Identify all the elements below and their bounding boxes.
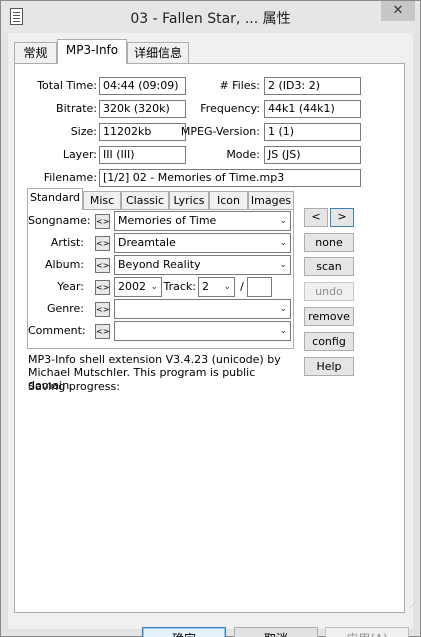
track-label: Track: <box>163 280 197 293</box>
dialog-client: 常规 MP3-Info 详细信息 Total Time: 04:44 (09:0… <box>8 33 416 637</box>
album-value: Beyond Reality <box>118 258 201 271</box>
chevron-down-icon: ⌄ <box>279 216 287 226</box>
layer-label: Layer: <box>62 148 97 161</box>
total-time-value: 04:44 (09:09) <box>99 77 186 95</box>
size-label: Size: <box>70 125 97 138</box>
subtab-classic[interactable]: Classic <box>121 191 169 209</box>
mpeg-version-label: MPEG-Version: <box>180 125 260 138</box>
year-combo[interactable]: 2002 ⌄ <box>114 277 162 297</box>
size-value: 11202kb <box>99 123 186 141</box>
chevron-down-icon: ⌄ <box>279 260 287 270</box>
track-separator: / <box>240 280 244 293</box>
year-copy-button[interactable]: <> <box>95 280 110 295</box>
artist-value: Dreamtale <box>118 236 176 249</box>
year-value: 2002 <box>118 280 146 293</box>
apply-button[interactable]: 应用(A) <box>325 627 409 637</box>
songname-copy-button[interactable]: <> <box>95 214 110 229</box>
mode-value: JS (JS) <box>264 146 361 164</box>
subtab-images[interactable]: Images <box>248 191 294 209</box>
songname-combo[interactable]: Memories of Time ⌄ <box>114 211 291 231</box>
prev-file-button[interactable]: < <box>304 208 328 227</box>
genre-label: Genre: <box>46 302 84 315</box>
files-value: 2 (ID3: 2) <box>264 77 361 95</box>
comment-combo[interactable]: ⌄ <box>114 321 291 341</box>
subtab-misc[interactable]: Misc <box>83 191 121 209</box>
scan-button[interactable]: scan <box>304 257 354 276</box>
comment-label: Comment: <box>28 324 86 337</box>
title-bar[interactable]: 03 - Fallen Star, ... 属性 ✕ <box>1 1 420 33</box>
subtab-standard[interactable]: Standard <box>27 188 83 210</box>
songname-label: Songname: <box>28 214 91 227</box>
next-file-button[interactable]: > <box>330 208 354 227</box>
songname-value: Memories of Time <box>118 214 217 227</box>
ok-button[interactable]: 确定 <box>142 627 226 637</box>
track-total-field[interactable] <box>247 277 272 297</box>
total-time-label: Total Time: <box>37 79 97 92</box>
undo-button[interactable]: undo <box>304 282 354 301</box>
comment-copy-button[interactable]: <> <box>95 324 110 339</box>
chevron-down-icon: ⌄ <box>279 304 287 314</box>
chevron-down-icon: ⌄ <box>223 282 231 292</box>
mpeg-version-value: 1 (1) <box>264 123 361 141</box>
frequency-label: Frequency: <box>200 102 260 115</box>
artist-combo[interactable]: Dreamtale ⌄ <box>114 233 291 253</box>
subtab-lyrics[interactable]: Lyrics <box>169 191 209 209</box>
chevron-down-icon: ⌄ <box>279 238 287 248</box>
frequency-value: 44k1 (44k1) <box>264 100 361 118</box>
cancel-button[interactable]: 取消 <box>234 627 318 637</box>
properties-window: 03 - Fallen Star, ... 属性 ✕ 常规 MP3-Info 详… <box>0 0 421 637</box>
resize-grip-icon: ⋰ <box>409 601 416 609</box>
remove-button[interactable]: remove <box>304 307 354 326</box>
filename-label: Filename: <box>43 171 97 184</box>
artist-copy-button[interactable]: <> <box>95 236 110 251</box>
files-label: # Files: <box>219 79 260 92</box>
filename-value: [1/2] 02 - Memories of Time.mp3 <box>99 169 361 187</box>
track-value: 2 <box>202 280 209 293</box>
track-combo[interactable]: 2 ⌄ <box>198 277 235 297</box>
window-title: 03 - Fallen Star, ... 属性 <box>130 11 291 27</box>
year-label: Year: <box>57 280 84 293</box>
chevron-down-icon: ⌄ <box>150 282 158 292</box>
album-copy-button[interactable]: <> <box>95 258 110 273</box>
help-button[interactable]: Help <box>304 357 354 376</box>
mode-label: Mode: <box>226 148 260 161</box>
artist-label: Artist: <box>50 236 84 249</box>
album-combo[interactable]: Beyond Reality ⌄ <box>114 255 291 275</box>
album-label: Album: <box>45 258 84 271</box>
saving-progress-text: Saving progress: <box>28 380 120 393</box>
subtab-icon[interactable]: Icon <box>209 191 248 209</box>
tab-general[interactable]: 常规 <box>14 42 57 64</box>
layer-value: III (III) <box>99 146 186 164</box>
tab-mp3-info[interactable]: MP3-Info <box>57 39 127 64</box>
config-button[interactable]: config <box>304 332 354 351</box>
bitrate-value: 320k (320k) <box>99 100 186 118</box>
none-button[interactable]: none <box>304 233 354 252</box>
tab-details[interactable]: 详细信息 <box>127 42 189 64</box>
genre-combo[interactable]: ⌄ <box>114 299 291 319</box>
genre-copy-button[interactable]: <> <box>95 302 110 317</box>
close-button[interactable]: ✕ <box>381 1 415 21</box>
bitrate-label: Bitrate: <box>56 102 97 115</box>
chevron-down-icon: ⌄ <box>279 326 287 336</box>
